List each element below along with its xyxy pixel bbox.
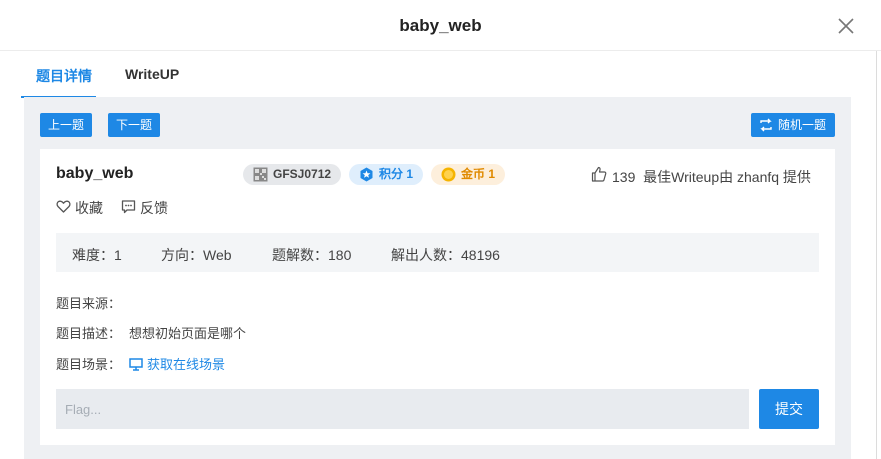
random-challenge-label: 随机一题: [777, 118, 826, 132]
next-challenge-button[interactable]: 下一题: [108, 113, 160, 137]
feedback-label: 反馈: [140, 200, 168, 216]
score-star-icon: [360, 167, 373, 182]
get-scene-link[interactable]: 获取在线场景: [129, 357, 225, 372]
flag-input[interactable]: [56, 389, 749, 429]
source-label: 题目来源：: [56, 296, 122, 311]
submit-flag-button[interactable]: 提交: [759, 389, 819, 429]
solutions-stat: 题解数：180: [272, 247, 352, 263]
difficulty-stat: 难度：1: [72, 247, 122, 263]
best-writeup-text: 最佳Writeup由 zhanfq 提供: [643, 169, 811, 185]
description-row: 题目描述： 想想初始页面是哪个: [56, 323, 246, 342]
challenge-code: GFSJ0712: [273, 167, 332, 181]
challenge-name: baby_web: [56, 165, 134, 182]
monitor-icon: [129, 358, 143, 371]
qr-code-icon: [253, 167, 268, 182]
coin-value: 金币 1: [461, 167, 496, 181]
coin-icon: [441, 167, 456, 182]
description-label: 题目描述：: [56, 326, 122, 341]
thumbs-up-icon[interactable]: [591, 166, 607, 182]
favorite-label: 收藏: [75, 200, 103, 216]
feedback-icon: [121, 200, 136, 214]
random-challenge-button[interactable]: 随机一题: [751, 113, 835, 137]
challenge-stats: 难度：1 方向：Web 题解数：180 解出人数：48196: [56, 233, 819, 272]
score-value: 积分 1: [379, 167, 414, 181]
get-scene-label: 获取在线场景: [147, 357, 226, 372]
solvers-stat: 解出人数：48196: [391, 247, 500, 263]
prev-challenge-button[interactable]: 上一题: [40, 113, 92, 137]
likes-count: 139: [612, 169, 636, 185]
dialog-title: baby_web: [399, 16, 482, 35]
close-icon[interactable]: [836, 16, 856, 36]
challenge-code-badge: GFSJ0712: [243, 164, 341, 185]
tab-writeup[interactable]: WriteUP: [125, 66, 179, 82]
dialog-border: [876, 51, 877, 459]
score-badge: 积分 1: [349, 164, 423, 185]
coin-badge: 金币 1: [431, 164, 505, 185]
dialog-header: baby_web: [0, 0, 881, 51]
source-row: 题目来源：: [56, 293, 129, 312]
shuffle-icon: [760, 118, 772, 132]
direction-stat: 方向：Web: [161, 247, 232, 263]
tab-details[interactable]: 题目详情: [36, 66, 92, 86]
description-value: 想想初始页面是哪个: [129, 326, 247, 341]
scene-row: 题目场景： 获取在线场景: [56, 354, 225, 373]
scene-label: 题目场景：: [56, 357, 122, 372]
heart-icon: [56, 200, 71, 213]
